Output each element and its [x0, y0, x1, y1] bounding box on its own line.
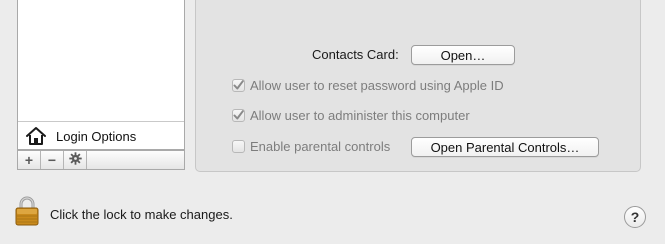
user-settings-panel: Contacts Card: Open… Allow user to reset… [195, 0, 641, 172]
lock-instruction-text: Click the lock to make changes. [50, 207, 233, 222]
administer-computer-label: Allow user to administer this computer [250, 108, 470, 123]
help-button[interactable]: ? [624, 206, 646, 228]
house-icon [24, 124, 48, 148]
user-list[interactable]: Login Options [17, 0, 185, 150]
gear-icon [68, 152, 82, 168]
parental-controls-checkbox[interactable] [232, 140, 245, 153]
lock-icon[interactable] [14, 196, 40, 226]
action-menu-button[interactable] [64, 151, 87, 169]
contacts-card-label: Contacts Card: [312, 47, 399, 62]
reset-password-checkbox[interactable] [232, 79, 245, 92]
parental-controls-option[interactable]: Enable parental controls [232, 139, 390, 154]
remove-user-button[interactable]: − [41, 151, 64, 169]
parental-controls-label: Enable parental controls [250, 139, 391, 154]
open-parental-controls-button[interactable]: Open Parental Controls… [411, 137, 599, 157]
reset-password-label: Allow user to reset password using Apple… [250, 78, 504, 93]
open-contacts-card-button[interactable]: Open… [411, 45, 515, 65]
reset-password-option[interactable]: Allow user to reset password using Apple… [232, 78, 504, 93]
login-options-label: Login Options [56, 128, 137, 144]
add-user-button[interactable]: + [18, 151, 41, 169]
administer-computer-option[interactable]: Allow user to administer this computer [232, 108, 470, 123]
administer-computer-checkbox[interactable] [232, 109, 245, 122]
help-icon: ? [630, 209, 640, 225]
user-list-toolbar: + − [17, 150, 185, 170]
login-options-item[interactable]: Login Options [18, 121, 184, 150]
